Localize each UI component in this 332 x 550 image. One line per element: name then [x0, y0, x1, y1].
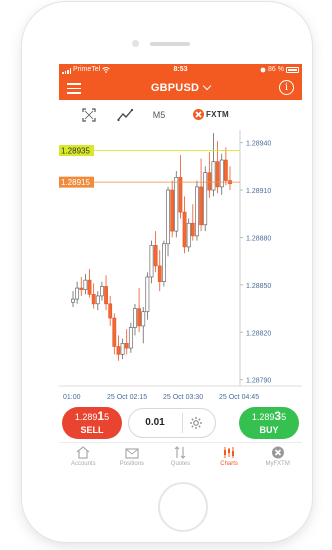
- x-tick-label: 25 Oct 02:15: [107, 394, 147, 401]
- y-tick-label: 1.28820: [246, 330, 271, 337]
- volume-field[interactable]: 0.01: [129, 409, 215, 437]
- candle-body: [137, 308, 142, 327]
- app-header: GBPUSD i: [59, 76, 302, 100]
- buy-label: BUY: [259, 425, 279, 435]
- fxtm-logo-icon: [271, 446, 284, 459]
- candle-body: [112, 317, 117, 347]
- candle-body: [211, 161, 216, 191]
- y-tick-label: 1.28790: [246, 378, 271, 385]
- candle-body: [203, 172, 208, 226]
- timeframe-button[interactable]: M5: [151, 107, 167, 123]
- candle-body: [75, 287, 80, 300]
- candle-body: [145, 276, 150, 313]
- nav-label: Accounts: [70, 461, 96, 467]
- symbol-selector[interactable]: GBPUSD: [59, 81, 302, 94]
- nav-charts[interactable]: Charts: [205, 443, 254, 477]
- candle-body: [161, 243, 166, 283]
- volume-value[interactable]: 0.01: [129, 409, 181, 437]
- briefcase-icon: [125, 448, 139, 459]
- candlestick-icon: [224, 447, 235, 458]
- nav-myfxtm[interactable]: MyFXTM: [253, 443, 302, 477]
- y-tick-label: 1.28850: [246, 283, 271, 290]
- y-tick-label: 1.28940: [246, 141, 271, 148]
- candle-body: [199, 186, 203, 226]
- candle-body: [91, 294, 96, 305]
- candle-body: [100, 286, 104, 297]
- nav-label: MyFXTM: [265, 461, 290, 467]
- y-tick-label: 1.28910: [246, 188, 271, 195]
- candle-body: [120, 343, 125, 355]
- symbol-name: GBPUSD: [150, 82, 200, 94]
- battery-percent: 86 %: [268, 66, 284, 73]
- candle-body: [149, 245, 154, 278]
- nav-label: Charts: [220, 461, 238, 467]
- price-line-label: 1.28935: [61, 147, 90, 156]
- status-bar: PrimeTel 8:53 86 %: [59, 64, 302, 76]
- home-icon: [76, 446, 90, 459]
- x-tick-label: 25 Oct 03:30: [163, 394, 203, 401]
- candle-body: [166, 189, 170, 245]
- sell-label: SELL: [80, 425, 104, 435]
- candle-body: [195, 186, 199, 237]
- candle-body: [190, 222, 195, 237]
- price-chart[interactable]: 1.28940 1.28910 1.28880 1.28850 1.28820 1.287…: [59, 128, 302, 404]
- x-tick-label: 01:00: [63, 394, 81, 401]
- home-button[interactable]: [158, 482, 208, 532]
- x-tick-label: 25 Oct 04:45: [219, 394, 259, 401]
- candle-body: [215, 161, 220, 188]
- front-camera: [132, 40, 139, 47]
- brand-name: FXTM: [206, 110, 229, 119]
- candle-body: [87, 279, 92, 295]
- candle-body: [79, 287, 84, 290]
- trade-panel: 1.28915 SELL 0.01 1.28935 BUY: [59, 404, 302, 442]
- updown-arrows-icon: [175, 446, 186, 459]
- fxtm-logo-icon: [193, 109, 204, 120]
- candle-body: [157, 265, 162, 283]
- candle-body: [141, 311, 146, 327]
- candle-body: [178, 177, 183, 213]
- candle-body: [128, 327, 133, 349]
- divider: [182, 413, 183, 433]
- candle-body: [104, 286, 108, 305]
- candle-body: [207, 172, 212, 191]
- nav-quotes[interactable]: Quotes: [156, 443, 205, 477]
- candle-body: [108, 303, 113, 319]
- chevron-down-icon: [202, 81, 212, 91]
- candle-body: [223, 159, 228, 181]
- candle-body: [95, 295, 100, 305]
- battery-icon: [286, 67, 299, 73]
- nav-label: Quotes: [170, 461, 191, 467]
- app-screen: PrimeTel 8:53 86 % GBPUSD i M5 FXTM 1.28…: [59, 64, 302, 477]
- candle-body: [219, 159, 224, 188]
- fullscreen-icon[interactable]: [82, 107, 96, 123]
- candle-body: [71, 298, 75, 303]
- alarm-icon: [260, 67, 266, 73]
- candle-body: [170, 189, 175, 232]
- nav-label: Positions: [119, 461, 145, 467]
- info-icon[interactable]: i: [279, 80, 294, 95]
- bottom-navigation: Accounts Positions Quotes Charts MyFXTM: [59, 442, 302, 477]
- nav-accounts[interactable]: Accounts: [59, 443, 108, 477]
- candle-body: [174, 177, 179, 232]
- sell-price: 1.28915: [74, 409, 110, 423]
- candle-body: [83, 279, 88, 290]
- indicators-icon[interactable]: [117, 107, 133, 123]
- buy-price: 1.28935: [251, 409, 287, 423]
- buy-button[interactable]: 1.28935 BUY: [239, 407, 299, 439]
- candle-body: [133, 308, 137, 328]
- candle-body: [124, 343, 129, 349]
- candle-body: [116, 346, 121, 355]
- gear-icon[interactable]: [189, 416, 203, 430]
- sell-button[interactable]: 1.28915 SELL: [62, 407, 122, 439]
- chart-toolbar: M5 FXTM: [59, 100, 302, 128]
- nav-positions[interactable]: Positions: [108, 443, 157, 477]
- earpiece-speaker: [150, 42, 190, 46]
- fxtm-logo: FXTM: [193, 109, 229, 120]
- y-tick-label: 1.28880: [246, 235, 271, 242]
- price-line-label: 1.28915: [61, 178, 90, 187]
- candle-body: [186, 222, 191, 248]
- candle-body: [153, 245, 158, 267]
- candle-body: [182, 211, 187, 248]
